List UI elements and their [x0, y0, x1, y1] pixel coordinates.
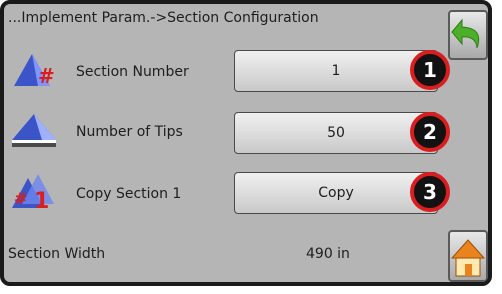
svg-text:1: 1 — [34, 189, 49, 210]
callout-3: 3 — [410, 172, 450, 212]
home-button[interactable] — [448, 230, 488, 282]
home-icon — [450, 239, 486, 277]
tips-icon — [8, 110, 62, 150]
section-number-icon: # — [8, 50, 62, 90]
copy-section-icon: # 1 — [8, 170, 62, 214]
number-of-tips-field[interactable]: 50 — [234, 112, 438, 154]
number-of-tips-label: Number of Tips — [76, 124, 183, 140]
copy-section-label: Copy Section 1 — [76, 186, 182, 202]
back-button[interactable] — [448, 10, 488, 60]
section-width-label: Section Width — [8, 246, 106, 262]
section-width-value: 490 in — [306, 246, 350, 262]
section-number-field[interactable]: 1 — [234, 50, 438, 92]
callout-1: 1 — [410, 50, 450, 90]
section-number-label: Section Number — [76, 64, 189, 80]
undo-arrow-icon — [451, 18, 480, 49]
svg-text:#: # — [14, 189, 27, 208]
copy-button[interactable]: Copy — [234, 172, 438, 214]
section-configuration-screen: ...Implement Param.->Section Configurati… — [0, 0, 492, 286]
page-title: ...Implement Param.->Section Configurati… — [8, 10, 319, 26]
svg-text:#: # — [38, 64, 55, 88]
callout-2: 2 — [410, 112, 450, 152]
